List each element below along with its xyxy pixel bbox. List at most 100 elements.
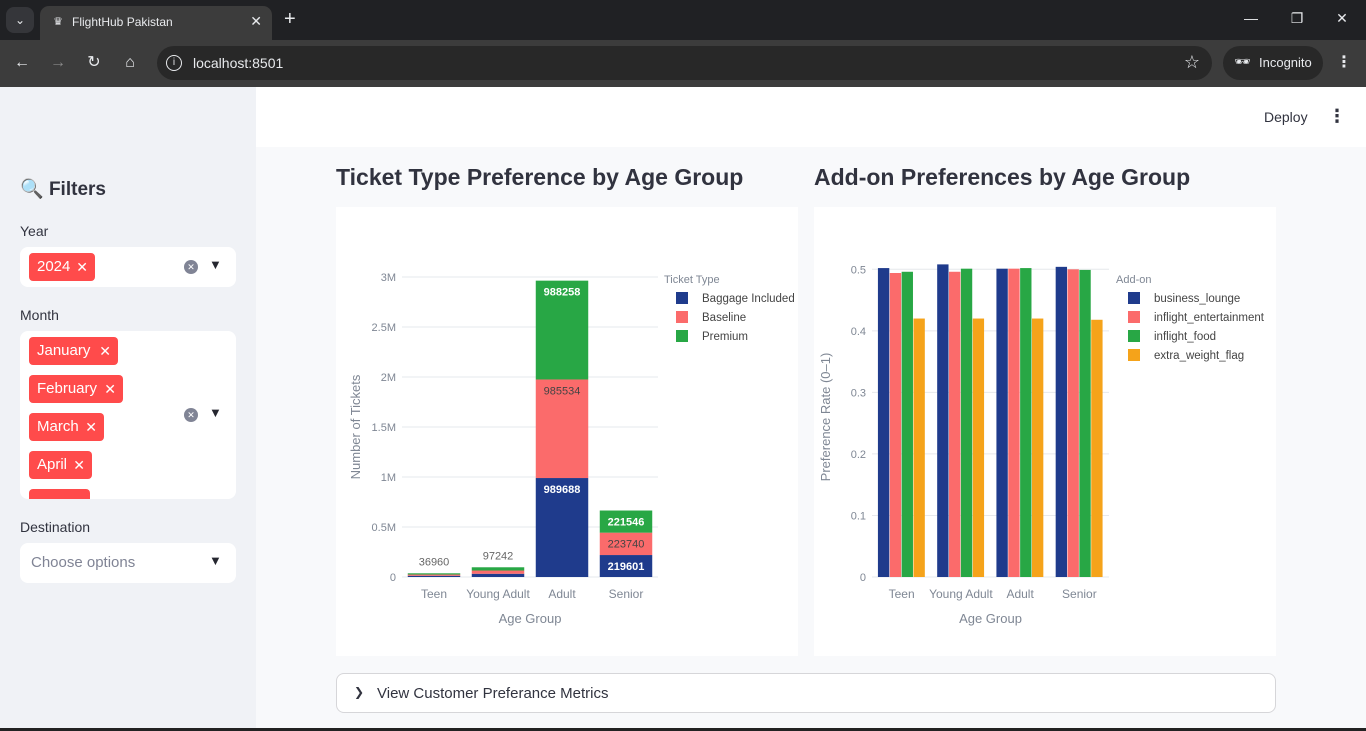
- incognito-icon: 🕶: [1234, 54, 1251, 69]
- bar: [1055, 266, 1068, 577]
- bar-segment: [471, 570, 525, 574]
- browser-menu-icon[interactable]: ⋮: [1336, 52, 1352, 72]
- chip-label: April: [37, 456, 68, 473]
- bar-segment: [407, 575, 461, 577]
- tab-title: FlightHub Pakistan: [72, 15, 173, 29]
- bar-value-label: 223740: [608, 539, 645, 551]
- deploy-button[interactable]: Deploy: [1264, 109, 1308, 125]
- addon-chart-panel: 0 0.1 0.2 0.3 0.4 0.5 Age Group Preference Rate…: [814, 207, 1276, 656]
- new-tab-button[interactable]: +: [284, 9, 296, 29]
- url-text[interactable]: localhost:8501: [193, 55, 283, 71]
- incognito-indicator[interactable]: 🕶 Incognito: [1223, 46, 1323, 80]
- restore-icon[interactable]: ❐: [1286, 10, 1308, 27]
- y-tick-label: 0.5: [851, 264, 866, 276]
- month-chip[interactable]: February ✕: [29, 375, 123, 403]
- chip-label: February: [37, 380, 98, 397]
- bookmark-star-icon[interactable]: ☆: [1184, 52, 1200, 73]
- browser-tab[interactable]: ♛ FlightHub Pakistan ✕: [40, 6, 272, 40]
- tab-search-button[interactable]: ⌄: [6, 7, 34, 33]
- bar: [1031, 318, 1044, 577]
- x-tick-label: Senior: [1062, 587, 1097, 601]
- metrics-expander[interactable]: ❯ View Customer Preferance Metrics: [336, 673, 1276, 713]
- close-tab-icon[interactable]: ✕: [250, 13, 262, 30]
- ticket-chart-panel: 0 0.5M 1M 1.5M 2M 2.5M 3M Age Group Number of Ti…: [336, 207, 798, 656]
- legend-label: Baseline: [702, 312, 746, 324]
- streamlit-favicon-icon: ♛: [53, 16, 63, 28]
- bar-segment: [407, 573, 461, 575]
- y-tick-label: 2M: [381, 372, 396, 384]
- bar: [913, 318, 925, 577]
- y-tick-label: 1M: [381, 472, 396, 484]
- remove-chip-icon[interactable]: ✕: [99, 337, 111, 365]
- month-chip[interactable]: April ✕: [29, 451, 92, 479]
- ticket-chart-title: Ticket Type Preference by Age Group: [336, 164, 744, 190]
- year-chip[interactable]: 2024 ✕: [29, 253, 95, 281]
- legend-swatch: [676, 330, 688, 342]
- chip-label: March: [37, 418, 79, 435]
- x-axis-title: Age Group: [499, 611, 562, 626]
- y-tick-label: 0.3: [851, 387, 866, 399]
- main-menu-icon[interactable]: ⋮: [1328, 106, 1346, 127]
- bar: [937, 264, 949, 577]
- legend-label: inflight_food: [1154, 331, 1216, 343]
- bar: [996, 268, 1008, 577]
- y-tick-label: 0.2: [851, 449, 866, 461]
- legend-label: Premium: [702, 331, 748, 343]
- month-chip[interactable]: March ✕: [29, 413, 104, 441]
- reload-icon[interactable]: ↻: [84, 53, 104, 73]
- expander-label: View Customer Preferance Metrics: [377, 685, 609, 702]
- legend-swatch: [676, 292, 688, 304]
- back-icon[interactable]: ←: [12, 53, 32, 73]
- x-tick-label: Teen: [889, 587, 915, 601]
- bar: [1008, 268, 1020, 577]
- chevron-down-icon[interactable]: ▼: [209, 405, 222, 420]
- chevron-down-icon[interactable]: ▼: [209, 257, 222, 272]
- destination-placeholder: Choose options: [31, 554, 136, 571]
- bar-total-label: 36960: [419, 556, 450, 568]
- bar-value-label: 221546: [608, 517, 645, 529]
- sidebar-title-text: Filters: [48, 179, 106, 200]
- remove-chip-icon[interactable]: ✕: [85, 413, 97, 441]
- close-window-icon[interactable]: ✕: [1331, 10, 1353, 27]
- magnifier-icon: 🔍: [20, 179, 44, 200]
- clear-all-icon[interactable]: ✕: [184, 260, 198, 274]
- chip-label: 2024: [37, 258, 71, 275]
- remove-chip-icon[interactable]: ✕: [104, 375, 116, 403]
- remove-chip-icon[interactable]: ✕: [73, 451, 85, 479]
- month-multiselect[interactable]: January ✕ February ✕ March ✕ April ✕ ✕ ▼: [20, 331, 236, 499]
- bar: [972, 318, 985, 577]
- legend-label: Baggage Included: [702, 293, 795, 305]
- x-tick-label: Young Adult: [929, 587, 993, 601]
- chevron-down-icon[interactable]: ▼: [209, 553, 222, 568]
- chevron-right-icon: ❯: [354, 685, 365, 699]
- remove-chip-icon[interactable]: ✕: [76, 253, 88, 281]
- legend-label: business_lounge: [1154, 293, 1240, 305]
- sidebar: 🔍 Filters Year 2024 ✕ ✕ ▼ Month January ✕ …: [0, 87, 256, 731]
- bar-total-label: 97242: [483, 550, 514, 562]
- sidebar-title: 🔍 Filters: [20, 177, 106, 201]
- destination-multiselect[interactable]: Choose options ▼: [20, 543, 236, 583]
- month-chip[interactable]: January ✕: [29, 337, 118, 365]
- bar: [889, 273, 902, 577]
- legend-label: inflight_entertainment: [1154, 312, 1265, 324]
- legend-swatch: [1128, 311, 1140, 323]
- legend-swatch: [1128, 349, 1140, 361]
- legend-swatch: [1128, 292, 1140, 304]
- site-info-icon[interactable]: i: [166, 55, 182, 71]
- minimize-icon[interactable]: —: [1240, 10, 1262, 26]
- bar: [960, 268, 973, 577]
- bar-segment: [471, 573, 525, 577]
- bar: [1067, 269, 1079, 577]
- destination-label: Destination: [20, 519, 91, 535]
- month-chip-partial[interactable]: [29, 489, 90, 499]
- year-multiselect[interactable]: 2024 ✕ ✕ ▼: [20, 247, 236, 287]
- bar: [1091, 319, 1103, 577]
- home-icon[interactable]: ⌂: [120, 53, 140, 73]
- legend-label: extra_weight_flag: [1154, 350, 1244, 362]
- bar-value-label: 989688: [544, 484, 581, 496]
- clear-all-icon[interactable]: ✕: [184, 408, 198, 422]
- forward-icon[interactable]: →: [48, 53, 68, 73]
- address-bar[interactable]: i localhost:8501 ☆: [157, 46, 1212, 80]
- y-tick-label: 0.1: [851, 510, 866, 522]
- chevron-down-icon: ⌄: [14, 13, 26, 27]
